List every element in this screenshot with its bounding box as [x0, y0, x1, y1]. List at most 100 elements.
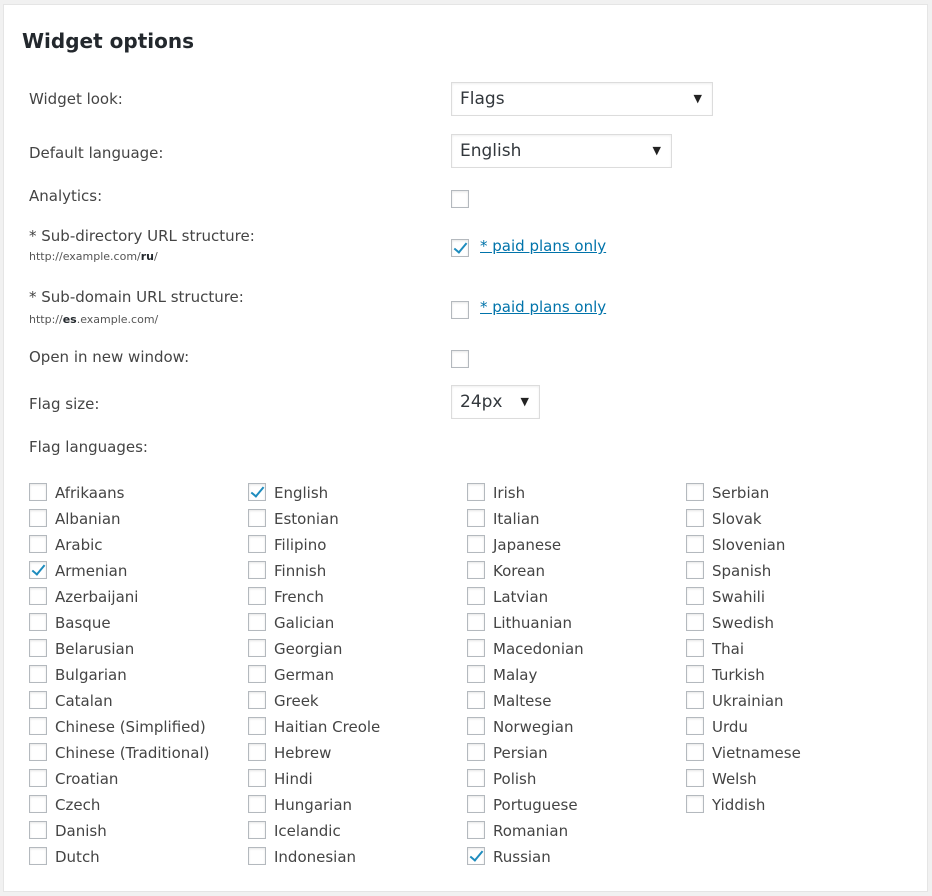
language-label: Yiddish	[712, 796, 766, 814]
language-checkbox[interactable]	[686, 691, 704, 709]
language-checkbox[interactable]	[467, 769, 485, 787]
language-label: Swedish	[712, 614, 775, 632]
language-checkbox[interactable]	[467, 821, 485, 839]
language-checkbox[interactable]	[29, 535, 47, 553]
language-checkbox[interactable]	[686, 509, 704, 527]
language-label: Georgian	[274, 640, 343, 658]
language-checkbox[interactable]	[29, 665, 47, 683]
language-checkbox[interactable]	[467, 613, 485, 631]
language-checkbox[interactable]	[686, 795, 704, 813]
language-label: Chinese (Traditional)	[55, 744, 210, 762]
widget-look-select[interactable]: Flags ▼	[451, 82, 713, 116]
language-label: Malay	[493, 666, 538, 684]
language-checkbox[interactable]	[686, 535, 704, 553]
language-label: Czech	[55, 796, 101, 814]
language-label: Swahili	[712, 588, 765, 606]
language-label: Hebrew	[274, 744, 332, 762]
analytics-checkbox[interactable]	[451, 190, 469, 208]
language-checkbox[interactable]	[248, 535, 266, 553]
language-label: Haitian Creole	[274, 718, 381, 736]
language-checkbox[interactable]	[29, 613, 47, 631]
language-checkbox[interactable]	[686, 561, 704, 579]
subdomain-paid-plans-link[interactable]: * paid plans only	[480, 298, 606, 316]
language-checkbox[interactable]	[248, 691, 266, 709]
language-checkbox[interactable]	[467, 691, 485, 709]
language-checkbox[interactable]	[467, 743, 485, 761]
default-language-select[interactable]: English ▼	[451, 134, 672, 168]
language-checkbox[interactable]	[29, 743, 47, 761]
language-label: Hindi	[274, 770, 313, 788]
language-label: Maltese	[493, 692, 552, 710]
language-checkbox[interactable]	[248, 587, 266, 605]
language-checkbox[interactable]	[29, 691, 47, 709]
language-checkbox[interactable]	[29, 587, 47, 605]
widget-look-value: Flags	[460, 89, 505, 109]
subdirectory-paid-plans-link[interactable]: * paid plans only	[480, 237, 606, 255]
widget-look-label: Widget look:	[29, 90, 123, 108]
language-checkbox[interactable]	[467, 561, 485, 579]
subdomain-checkbox[interactable]	[451, 301, 469, 319]
language-checkbox[interactable]	[248, 483, 266, 501]
language-checkbox[interactable]	[467, 717, 485, 735]
language-label: Greek	[274, 692, 319, 710]
language-checkbox[interactable]	[686, 717, 704, 735]
language-checkbox[interactable]	[467, 535, 485, 553]
language-checkbox[interactable]	[686, 613, 704, 631]
language-label: Latvian	[493, 588, 549, 606]
chevron-down-icon: ▼	[693, 92, 702, 105]
language-checkbox[interactable]	[29, 639, 47, 657]
language-checkbox[interactable]	[29, 769, 47, 787]
language-checkbox[interactable]	[467, 587, 485, 605]
language-checkbox[interactable]	[248, 717, 266, 735]
language-label: Urdu	[712, 718, 748, 736]
language-checkbox[interactable]	[248, 769, 266, 787]
subdirectory-checkbox[interactable]	[451, 239, 469, 257]
language-checkbox[interactable]	[248, 743, 266, 761]
language-checkbox[interactable]	[467, 847, 485, 865]
language-checkbox[interactable]	[467, 509, 485, 527]
language-checkbox[interactable]	[467, 665, 485, 683]
language-checkbox[interactable]	[686, 665, 704, 683]
language-checkbox[interactable]	[686, 639, 704, 657]
language-checkbox[interactable]	[29, 847, 47, 865]
language-label: Danish	[55, 822, 107, 840]
language-label: Thai	[712, 640, 745, 658]
language-checkbox[interactable]	[248, 509, 266, 527]
language-checkbox[interactable]	[29, 795, 47, 813]
language-checkbox[interactable]	[248, 665, 266, 683]
language-label: Arabic	[55, 536, 103, 554]
subdirectory-example: http://example.com/ru/	[29, 250, 158, 263]
language-checkbox[interactable]	[686, 743, 704, 761]
language-label: Welsh	[712, 770, 757, 788]
language-label: Ukrainian	[712, 692, 784, 710]
flag-size-select[interactable]: 24px ▼	[451, 385, 540, 419]
language-checkbox[interactable]	[248, 613, 266, 631]
language-checkbox[interactable]	[686, 587, 704, 605]
language-checkbox[interactable]	[248, 639, 266, 657]
language-label: Catalan	[55, 692, 113, 710]
language-checkbox[interactable]	[467, 639, 485, 657]
language-checkbox[interactable]	[29, 717, 47, 735]
language-label: Macedonian	[493, 640, 584, 658]
language-label: Vietnamese	[712, 744, 801, 762]
language-checkbox[interactable]	[29, 483, 47, 501]
language-checkbox[interactable]	[686, 769, 704, 787]
language-checkbox[interactable]	[248, 847, 266, 865]
new-window-checkbox[interactable]	[451, 350, 469, 368]
language-label: Lithuanian	[493, 614, 572, 632]
language-checkbox[interactable]	[248, 561, 266, 579]
language-label: Turkish	[712, 666, 765, 684]
language-checkbox[interactable]	[29, 821, 47, 839]
language-checkbox[interactable]	[248, 821, 266, 839]
language-checkbox[interactable]	[29, 561, 47, 579]
language-label: Irish	[493, 484, 526, 502]
language-label: Indonesian	[274, 848, 357, 866]
language-checkbox[interactable]	[467, 483, 485, 501]
language-checkbox[interactable]	[29, 509, 47, 527]
language-label: French	[274, 588, 324, 606]
language-checkbox[interactable]	[248, 795, 266, 813]
language-checkbox[interactable]	[467, 795, 485, 813]
language-label: Bulgarian	[55, 666, 127, 684]
language-label: Spanish	[712, 562, 772, 580]
language-checkbox[interactable]	[686, 483, 704, 501]
